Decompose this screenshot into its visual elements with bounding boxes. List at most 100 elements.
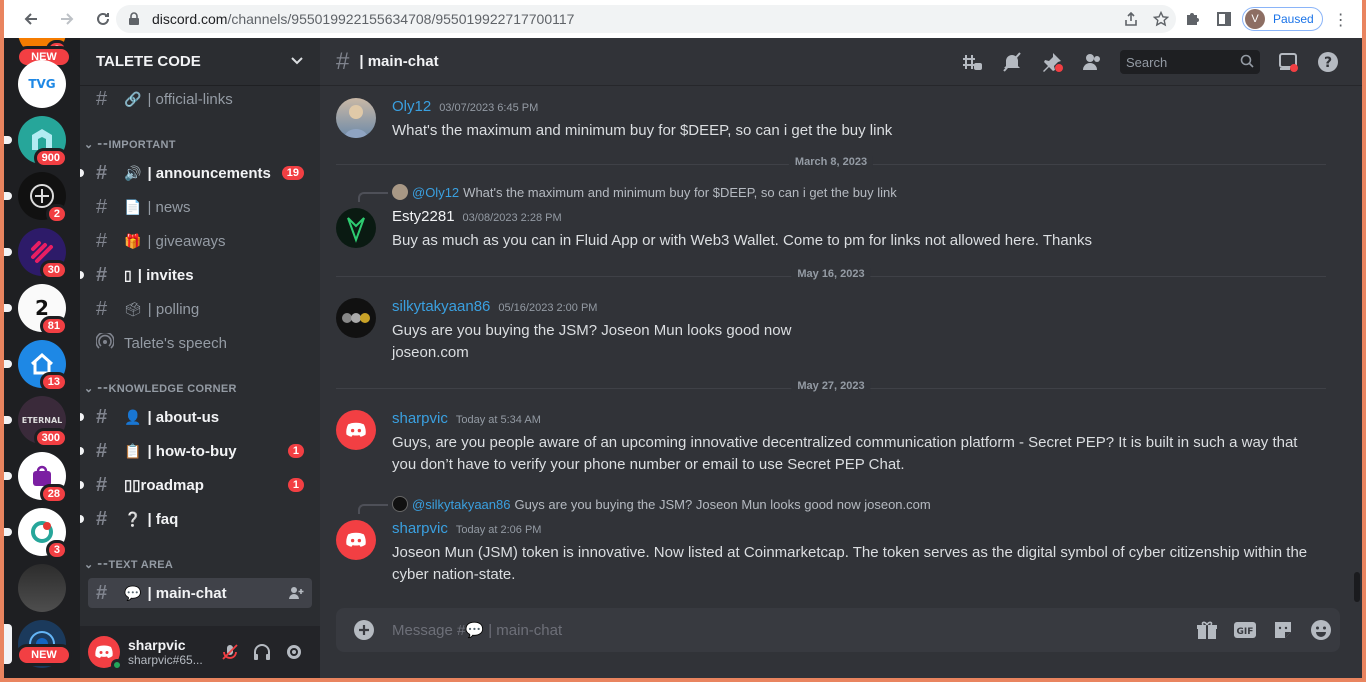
threads-icon[interactable] [952,51,992,73]
unread-indicator [80,481,84,489]
hash-icon: # [96,297,108,320]
add-attachment-icon[interactable] [336,619,392,641]
channel-how-to-buy[interactable]: # 📋 | how-to-buy 1 [80,436,312,466]
headphones-icon[interactable] [246,636,278,668]
link-icon: 🔗 [124,90,142,107]
message-scrollbar[interactable] [1354,572,1360,602]
user-avatar[interactable] [336,298,376,338]
server-icon-8[interactable]: 28 [4,452,68,504]
channel-announcements[interactable]: # 🔊 | announcements 19 [80,158,312,188]
server-badge: 13 [39,372,68,392]
server-icon-10[interactable] [18,564,66,612]
server-icon-3[interactable]: 2 [4,172,68,224]
channel-label: | official-links [147,90,233,108]
message-text: Guys are you buying the JSM? Joseon Mun … [392,320,1312,364]
notifications-muted-icon[interactable] [992,51,1032,73]
server-badge: 3 [45,540,68,560]
server-badge: 900 [33,148,68,168]
user-avatar[interactable] [336,208,376,248]
share-icon[interactable] [1116,11,1146,27]
channel-taletes-speech[interactable]: Talete's speech [88,328,312,358]
message-author[interactable]: silkytakyaan86 [392,298,490,315]
date-divider: March 8, 2023 [336,156,1326,168]
sticker-icon[interactable] [1264,619,1302,641]
server-icon-5[interactable]: 2 81 [4,284,68,336]
channel-faq[interactable]: # ❔ | faq [80,504,312,534]
category-important[interactable]: ⌄ ⁃⁃IMPORTANT [84,138,176,151]
date-divider-label: March 8, 2023 [788,156,874,168]
reply-preview[interactable]: @silkytakyaan86 Guys are you buying the … [358,496,931,514]
person-icon: 👤 [124,408,142,425]
message-author[interactable]: Esty2281 [392,208,455,225]
browser-menu-icon[interactable]: ⋮ [1329,10,1353,29]
add-member-icon[interactable] [288,585,304,605]
message-text: What's the maximum and minimum buy for $… [392,122,893,139]
profile-avatar: V [1245,9,1265,29]
speaker-icon: 🔊 [124,164,142,181]
hash-icon: # [336,47,350,75]
bookmark-star-icon[interactable] [1146,11,1176,27]
server-icon-2[interactable]: 900 [4,116,68,168]
gift-nitro-icon[interactable] [1188,619,1226,641]
mention-badge: 1 [287,478,304,492]
settings-gear-icon[interactable] [278,636,310,668]
help-icon[interactable]: ? [1308,51,1348,73]
channel-about-us[interactable]: # 👤 | about-us [80,402,312,432]
message-composer[interactable]: Message #💬 | main-chat GIF [336,608,1340,652]
mute-mic-icon[interactable] [214,636,246,668]
server-header[interactable]: TALETE CODE [80,38,320,86]
message-line: Guys are you buying the JSM? Joseon Mun … [392,322,792,339]
channel-news[interactable]: # 📄 | news [88,192,312,222]
forward-icon[interactable] [52,4,82,34]
channel-invites[interactable]: # ▯ | invites [80,260,312,290]
reply-mention[interactable]: @Oly12 [412,185,459,200]
channel-main-chat[interactable]: # 💬 | main-chat [88,578,312,608]
channel-official-links[interactable]: # 🔗 | official-links [88,84,312,114]
server-icon-tvg[interactable]: TVG [18,60,66,108]
user-avatar[interactable] [336,410,376,450]
reload-icon[interactable] [88,4,118,34]
search-input[interactable]: Search [1120,50,1260,74]
user-avatar[interactable] [88,636,123,671]
message-timestamp: Today at 2:06 PM [455,524,542,536]
category-knowledge-corner[interactable]: ⌄ ⁃⁃KNOWLEDGE CORNER [84,382,237,395]
pinned-messages-icon[interactable] [1032,51,1072,73]
channel-label: | polling [147,300,200,318]
lock-icon [128,12,142,26]
user-avatar[interactable] [336,98,376,138]
category-text-area[interactable]: ⌄ ⁃⁃TEXT AREA [84,558,173,571]
channel-giveaways[interactable]: # 🎁 | giveaways [88,226,312,256]
server-icon-9[interactable]: 3 [4,508,68,560]
message-author[interactable]: sharpvic [392,410,448,427]
search-icon [1240,54,1254,71]
server-icon-4[interactable]: 30 [4,228,68,280]
back-icon[interactable] [16,4,46,34]
discord-app: 2 NEW TVG 900 2 [4,38,1362,678]
server-icon-eternal[interactable]: ETERNAL 300 [4,396,68,448]
server-icon-6[interactable]: 13 [4,340,68,392]
reply-preview[interactable]: @Oly12 What's the maximum and minimum bu… [358,184,897,202]
side-panel-icon[interactable] [1208,11,1240,27]
date-divider-label: May 27, 2023 [791,380,871,392]
channel-roadmap[interactable]: # ▯▯roadmap 1 [80,470,312,500]
date-divider: May 27, 2023 [336,380,1326,392]
member-list-icon[interactable] [1072,51,1112,73]
svg-text:GIF: GIF [1237,627,1254,637]
message-input[interactable]: Message #💬 | main-chat [392,621,1188,639]
server-badge: 2 [45,204,68,224]
profile-button[interactable]: V Paused [1242,7,1323,31]
browser-window: discord.com/channels/955019922155634708/… [4,0,1362,678]
message-author[interactable]: sharpvic [392,520,448,537]
channel-label: Talete's speech [124,334,227,352]
message-author[interactable]: Oly12 [392,98,431,115]
inbox-icon[interactable] [1268,51,1308,73]
emoji-icon[interactable] [1302,619,1340,641]
date-divider: May 16, 2023 [336,268,1326,280]
address-bar[interactable]: discord.com/channels/955019922155634708/… [116,5,1176,33]
channel-polling[interactable]: # 🗳 | polling [88,294,312,324]
gif-icon[interactable]: GIF [1226,620,1264,640]
reply-mention[interactable]: @silkytakyaan86 [412,497,510,512]
user-avatar[interactable] [336,520,376,560]
extensions-puzzle-icon[interactable] [1176,11,1208,27]
message-timestamp: 03/08/2023 2:28 PM [462,212,562,224]
